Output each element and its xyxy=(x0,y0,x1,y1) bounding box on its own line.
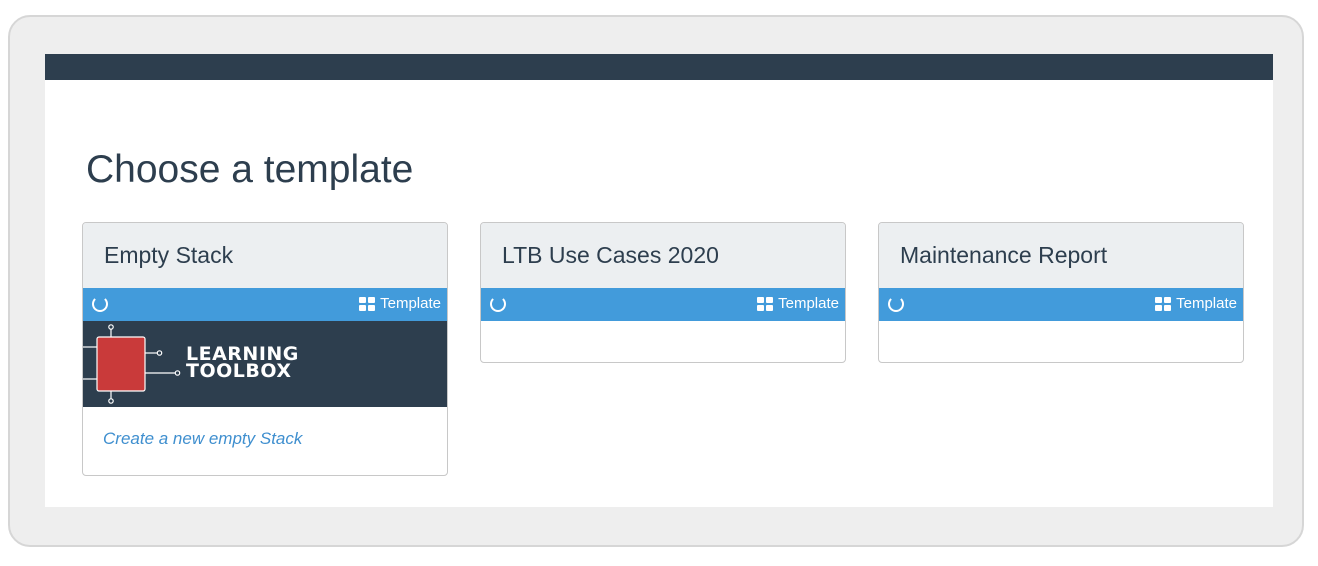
card-title: LTB Use Cases 2020 xyxy=(502,242,719,268)
loading-spinner-icon xyxy=(888,296,904,312)
template-card-ltb-use-cases[interactable]: LTB Use Cases 2020 Template xyxy=(480,222,846,363)
create-empty-stack-link[interactable]: Create a new empty Stack xyxy=(103,429,302,449)
template-badge-label: Template xyxy=(380,295,441,312)
loading-spinner-icon xyxy=(490,296,506,312)
template-badge-label: Template xyxy=(778,295,839,312)
circuit-logo-icon xyxy=(83,324,181,404)
card-header: LTB Use Cases 2020 xyxy=(481,223,845,288)
card-title: Empty Stack xyxy=(104,242,234,268)
card-header: Maintenance Report xyxy=(879,223,1243,288)
page-title: Choose a template xyxy=(86,148,414,191)
card-status-bar: Template xyxy=(879,288,1243,321)
template-badge: Template xyxy=(1155,295,1237,313)
template-card-empty-stack[interactable]: Empty Stack Template LEARNING TOOLBOX Cr… xyxy=(82,222,448,476)
logo-wordmark: LEARNING TOOLBOX xyxy=(186,343,299,382)
template-badge: Template xyxy=(757,295,839,313)
top-navigation-bar xyxy=(45,54,1273,80)
card-title: Maintenance Report xyxy=(900,242,1108,268)
grid-icon xyxy=(757,297,774,311)
template-badge: Template xyxy=(359,295,441,313)
card-status-bar: Template xyxy=(83,288,447,321)
loading-spinner-icon xyxy=(92,296,108,312)
card-header: Empty Stack xyxy=(83,223,447,288)
card-status-bar: Template xyxy=(481,288,845,321)
template-card-maintenance-report[interactable]: Maintenance Report Template xyxy=(878,222,1244,363)
grid-icon xyxy=(359,297,376,311)
learning-toolbox-logo: LEARNING TOOLBOX xyxy=(83,321,447,407)
grid-icon xyxy=(1155,297,1172,311)
template-badge-label: Template xyxy=(1176,295,1237,312)
